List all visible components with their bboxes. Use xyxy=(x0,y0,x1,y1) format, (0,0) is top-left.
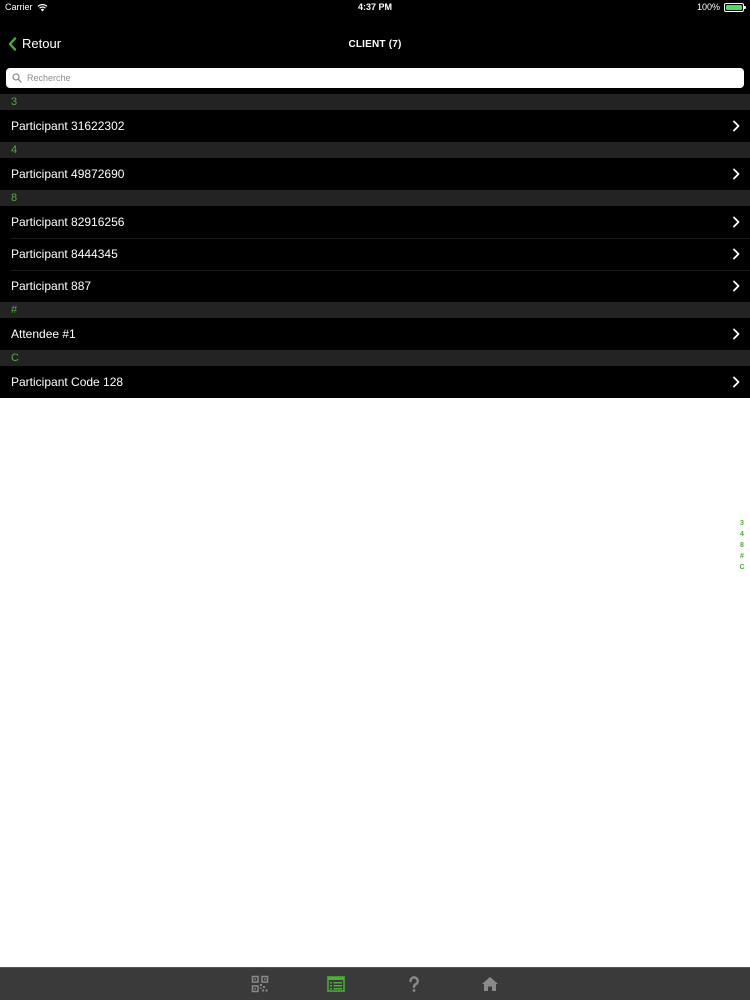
section-header: 8 xyxy=(0,190,750,206)
participant-name: Participant 49872690 xyxy=(11,167,125,181)
section-index-bar[interactable]: 3 4 8 # C xyxy=(737,518,747,573)
home-icon xyxy=(482,977,498,991)
tab-home[interactable] xyxy=(480,974,500,994)
chevron-right-icon xyxy=(733,328,740,340)
search-bar xyxy=(0,66,750,94)
participant-list: 3 Participant 31622302 4 Participant 498726… xyxy=(0,94,750,398)
section-header: 3 xyxy=(0,94,750,110)
chevron-right-icon xyxy=(733,168,740,180)
battery-fill xyxy=(726,4,742,10)
index-letter[interactable]: 8 xyxy=(740,540,744,551)
list-icon xyxy=(327,976,345,992)
chevron-right-icon xyxy=(733,248,740,260)
chevron-right-icon xyxy=(733,376,740,388)
chevron-right-icon xyxy=(733,280,740,292)
search-input[interactable] xyxy=(27,73,727,83)
tab-bar xyxy=(0,967,750,1000)
status-right: 100% xyxy=(696,2,746,12)
status-time: 4:37 PM xyxy=(357,2,392,12)
section-header: C xyxy=(0,350,750,366)
participant-name: Participant Code 128 xyxy=(11,375,124,389)
index-letter[interactable]: # xyxy=(740,551,744,562)
participant-row[interactable]: Participant 31622302 xyxy=(0,110,750,142)
participant-row[interactable]: Participant 82916256 xyxy=(0,206,750,238)
navigation-bar: Retour CLIENT (7) xyxy=(0,16,750,66)
index-letter[interactable]: 3 xyxy=(740,518,744,529)
search-field[interactable] xyxy=(6,68,744,88)
status-bar: Carrier 4:37 PM 100% xyxy=(0,0,750,16)
participant-name: Participant 31622302 xyxy=(11,119,125,133)
question-icon xyxy=(409,976,419,992)
section-header: # xyxy=(0,302,750,318)
participant-name: Attendee #1 xyxy=(11,327,76,341)
participant-row[interactable]: Attendee #1 xyxy=(0,318,750,350)
tab-list[interactable] xyxy=(326,974,346,994)
participant-row[interactable]: Participant 49872690 xyxy=(0,158,750,190)
participant-row[interactable]: Participant 8444345 xyxy=(0,238,750,270)
battery-icon xyxy=(724,2,746,12)
app-screen: Carrier 4:37 PM 100% Retour CLIENT (7) R… xyxy=(0,0,750,1000)
search-icon xyxy=(12,73,22,83)
participant-name: Participant 8444345 xyxy=(11,247,118,261)
participant-row[interactable]: Participant 887 xyxy=(0,270,750,302)
tab-help[interactable] xyxy=(404,974,424,994)
qr-code-icon xyxy=(251,975,269,993)
participant-row[interactable]: Participant Code 128 xyxy=(0,366,750,398)
participant-name: Participant 887 xyxy=(11,279,92,293)
index-letter[interactable]: C xyxy=(739,562,744,573)
chevron-right-icon xyxy=(733,120,740,132)
index-letter[interactable]: 4 xyxy=(740,529,744,540)
battery-percent: 100% xyxy=(696,2,720,12)
chevron-right-icon xyxy=(733,216,740,228)
page-title: CLIENT (7) xyxy=(348,39,402,50)
participant-name: Participant 82916256 xyxy=(11,215,125,229)
section-header: 4 xyxy=(0,142,750,158)
tab-scan[interactable] xyxy=(250,974,270,994)
